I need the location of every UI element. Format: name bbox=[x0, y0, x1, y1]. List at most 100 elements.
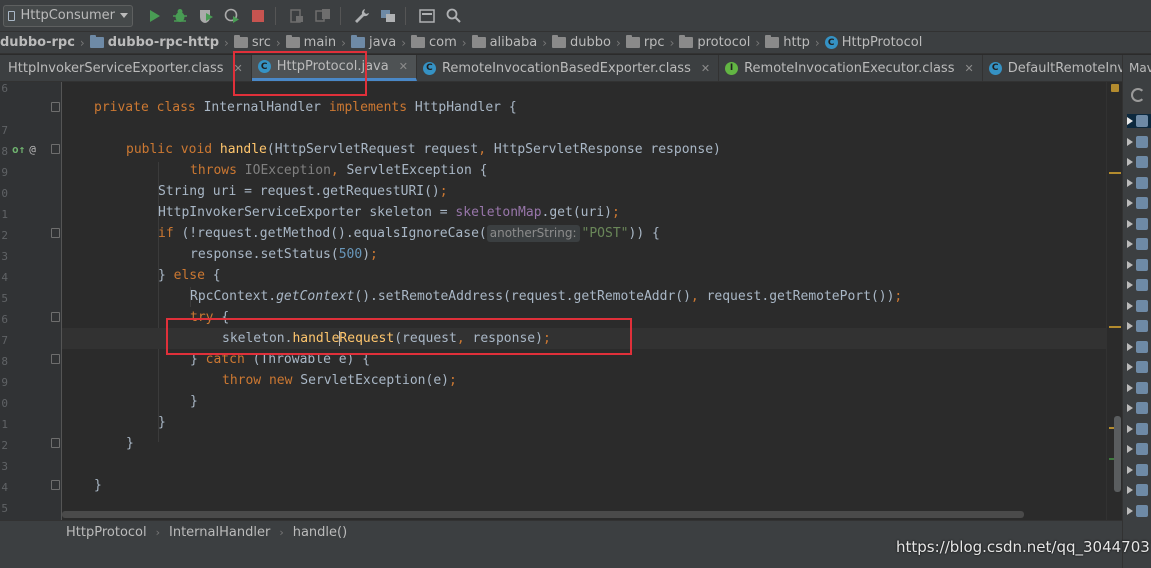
nav-crumb-package[interactable]: rpc bbox=[624, 35, 667, 50]
nav-crumb-class[interactable]: C HttpProtocol bbox=[823, 35, 925, 50]
horizontal-scrollbar[interactable] bbox=[62, 511, 1024, 518]
fold-marker[interactable] bbox=[51, 102, 60, 112]
terminal-button[interactable] bbox=[416, 5, 438, 27]
nav-crumb-folder[interactable]: src bbox=[232, 35, 273, 50]
nav-crumb-folder[interactable]: java bbox=[349, 35, 398, 50]
expand-arrow-icon[interactable] bbox=[1127, 383, 1133, 392]
maven-module-row[interactable] bbox=[1127, 504, 1151, 518]
maven-module-row[interactable] bbox=[1127, 483, 1151, 497]
search-everywhere-button[interactable] bbox=[442, 5, 464, 27]
warning-mark[interactable] bbox=[1109, 172, 1121, 174]
expand-arrow-icon[interactable] bbox=[1127, 445, 1133, 453]
fold-marker[interactable] bbox=[51, 228, 60, 238]
nav-crumb-folder[interactable]: main bbox=[284, 35, 338, 50]
maven-module-row[interactable] bbox=[1127, 237, 1151, 251]
maven-module-row[interactable] bbox=[1127, 217, 1151, 231]
module-folder-icon bbox=[89, 35, 104, 48]
close-icon[interactable]: ✕ bbox=[234, 62, 243, 75]
code-line: RpcContext.getContext().setRemoteAddress… bbox=[190, 289, 903, 304]
maven-module-row[interactable] bbox=[1127, 278, 1151, 292]
maven-module-icon bbox=[1136, 217, 1148, 230]
fold-marker[interactable] bbox=[51, 144, 60, 154]
expand-arrow-icon[interactable] bbox=[1127, 219, 1133, 228]
project-structure-button[interactable] bbox=[377, 5, 399, 27]
breadcrumb-inner-class[interactable]: InternalHandler bbox=[169, 525, 270, 540]
expand-arrow-icon[interactable] bbox=[1127, 301, 1133, 310]
nav-separator: › bbox=[224, 35, 229, 50]
maven-module-row[interactable] bbox=[1127, 381, 1151, 395]
nav-separator: › bbox=[275, 35, 281, 50]
code-editor[interactable]: private class InternalHandler implements… bbox=[62, 82, 1106, 520]
expand-arrow-icon[interactable] bbox=[1127, 506, 1133, 515]
maven-module-row[interactable] bbox=[1127, 176, 1151, 190]
expand-arrow-icon[interactable] bbox=[1127, 117, 1133, 125]
maven-module-row[interactable] bbox=[1127, 401, 1151, 415]
nav-crumb-package[interactable]: protocol bbox=[677, 35, 752, 50]
run-with-coverage-button[interactable] bbox=[195, 5, 217, 27]
expand-arrow-icon[interactable] bbox=[1127, 178, 1133, 187]
nav-crumb-package[interactable]: dubbo bbox=[550, 35, 613, 50]
expand-arrow-icon[interactable] bbox=[1127, 424, 1133, 433]
expand-arrow-icon[interactable] bbox=[1127, 240, 1133, 248]
nav-crumb-package[interactable]: com bbox=[409, 35, 459, 50]
refresh-icon[interactable] bbox=[1131, 88, 1145, 102]
maven-module-row[interactable] bbox=[1127, 319, 1151, 333]
fold-marker[interactable] bbox=[51, 438, 60, 448]
settings-button[interactable] bbox=[351, 5, 373, 27]
maven-module-row[interactable] bbox=[1127, 422, 1151, 436]
fold-marker[interactable] bbox=[51, 480, 60, 490]
maven-module-row[interactable] bbox=[1127, 135, 1151, 149]
warning-indicator-icon[interactable] bbox=[1111, 84, 1119, 92]
maven-tool-window-tab[interactable]: Mav bbox=[1122, 55, 1151, 82]
build-button[interactable] bbox=[286, 5, 308, 27]
maven-module-row[interactable] bbox=[1127, 196, 1151, 210]
stop-button[interactable] bbox=[247, 5, 269, 27]
debug-button[interactable] bbox=[169, 5, 191, 27]
tab-remoteinvocationexecutor[interactable]: I RemoteInvocationExecutor.class ✕ bbox=[719, 55, 983, 81]
nav-crumb-module[interactable]: dubbo-rpc-http bbox=[88, 35, 221, 50]
maven-module-row[interactable] bbox=[1127, 340, 1151, 354]
maven-module-row[interactable] bbox=[1127, 299, 1151, 313]
maven-module-row[interactable] bbox=[1127, 155, 1151, 169]
maven-module-row[interactable] bbox=[1127, 360, 1151, 374]
nav-crumb-package[interactable]: http bbox=[763, 35, 812, 50]
warning-mark[interactable] bbox=[1109, 326, 1121, 328]
tab-httpprotocol[interactable]: C HttpProtocol.java ✕ bbox=[251, 55, 417, 81]
run-configuration-selector[interactable]: HttpConsumer bbox=[3, 4, 133, 27]
profile-button[interactable] bbox=[221, 5, 243, 27]
maven-module-icon bbox=[1136, 115, 1148, 127]
nav-separator: › bbox=[814, 35, 820, 50]
expand-arrow-icon[interactable] bbox=[1127, 137, 1133, 146]
expand-arrow-icon[interactable] bbox=[1127, 281, 1133, 289]
breadcrumb-method[interactable]: handle() bbox=[293, 525, 347, 540]
vertical-scrollbar[interactable] bbox=[1114, 416, 1121, 492]
close-icon[interactable]: ✕ bbox=[399, 60, 408, 73]
expand-arrow-icon[interactable] bbox=[1127, 260, 1133, 269]
expand-arrow-icon[interactable] bbox=[1127, 465, 1133, 474]
tab-remoteinvocationbasedexporter[interactable]: C RemoteInvocationBasedExporter.class ✕ bbox=[417, 55, 720, 81]
override-method-icon[interactable]: o↑ bbox=[12, 143, 25, 156]
breadcrumb-class[interactable]: HttpProtocol bbox=[66, 525, 147, 540]
maven-module-row[interactable] bbox=[1127, 258, 1151, 272]
maven-module-row[interactable] bbox=[1127, 463, 1151, 477]
maven-module-row[interactable] bbox=[1127, 114, 1151, 128]
expand-arrow-icon[interactable] bbox=[1127, 158, 1133, 166]
tab-defaultremoteinvocationexecutor[interactable]: C DefaultRemoteInvocationEx bbox=[983, 55, 1122, 81]
fold-marker[interactable] bbox=[51, 354, 60, 364]
sync-button[interactable] bbox=[312, 5, 334, 27]
nav-crumb-package[interactable]: alibaba bbox=[470, 35, 540, 50]
expand-arrow-icon[interactable] bbox=[1127, 199, 1133, 207]
fold-marker[interactable] bbox=[51, 312, 60, 322]
tab-httpinvokerserviceexporter[interactable]: HttpInvokerServiceExporter.class ✕ bbox=[0, 55, 252, 81]
run-button[interactable] bbox=[143, 5, 165, 27]
expand-arrow-icon[interactable] bbox=[1127, 363, 1133, 371]
expand-arrow-icon[interactable] bbox=[1127, 404, 1133, 412]
expand-arrow-icon[interactable] bbox=[1127, 342, 1133, 351]
nav-separator: › bbox=[461, 35, 467, 50]
close-icon[interactable]: ✕ bbox=[701, 62, 710, 75]
close-icon[interactable]: ✕ bbox=[964, 62, 973, 75]
expand-arrow-icon[interactable] bbox=[1127, 486, 1133, 494]
maven-module-row[interactable] bbox=[1127, 442, 1151, 456]
nav-crumb-module[interactable]: dubbo-rpc bbox=[0, 35, 77, 50]
expand-arrow-icon[interactable] bbox=[1127, 322, 1133, 330]
